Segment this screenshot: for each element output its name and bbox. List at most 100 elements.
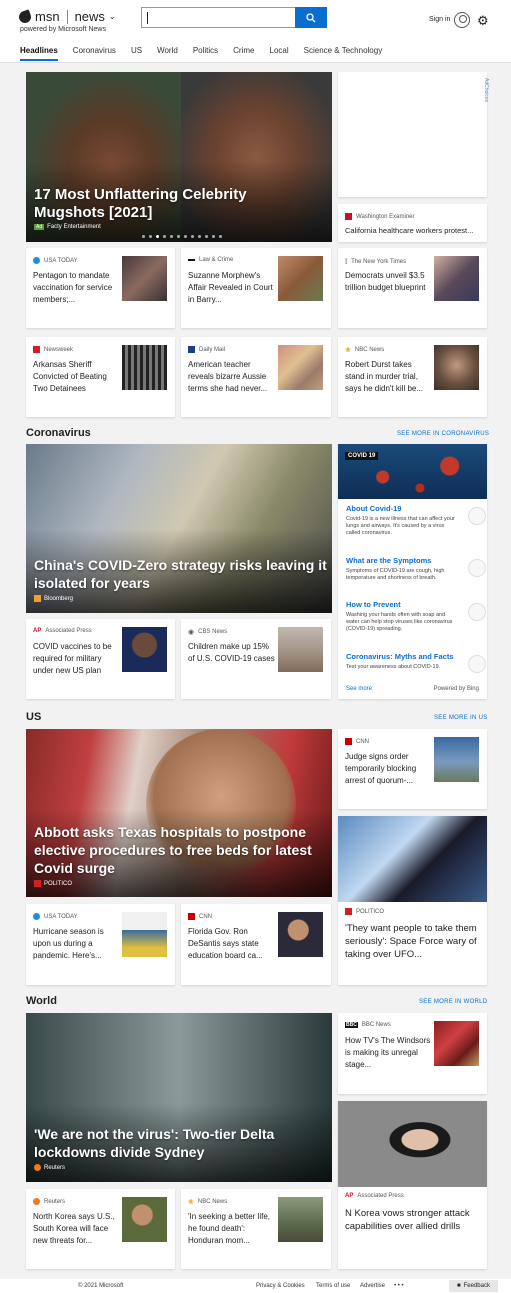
story-card-ap-north-korea[interactable]: AP Associated Press N Korea vows stronger… [338, 1101, 487, 1269]
see-more-us-link[interactable]: SEE MORE IN US [434, 715, 488, 721]
hero-title[interactable]: 17 Most Unflattering Celebrity Mugshots … [34, 186, 314, 222]
ad-slot[interactable]: AdChoices [338, 72, 489, 197]
privacy-link[interactable]: Privacy & Cookies [256, 1283, 305, 1289]
user-avatar-icon[interactable] [454, 12, 470, 28]
footer: © 2021 Microsoft Privacy & Cookies Terms… [0, 1279, 511, 1293]
story-source: CNN [199, 913, 212, 920]
story-headline[interactable]: Pentagon to mandate vaccination for serv… [33, 270, 121, 306]
story-headline[interactable]: Children make up 15% of U.S. COVID-19 ca… [188, 641, 276, 665]
feedback-button[interactable]: ■ Feedback [449, 1280, 498, 1292]
story-card-cnn-desantis[interactable]: CNN Florida Gov. Ron DeSantis says state… [181, 904, 331, 985]
covid-item-about[interactable]: About Covid-19 Covid-19 is a new illness… [346, 504, 486, 537]
story-thumbnail [278, 1197, 323, 1242]
story-headline[interactable]: Hurricane season is upon us during a pan… [33, 926, 121, 962]
carousel-dots[interactable] [142, 235, 222, 238]
story-headline[interactable]: N Korea vows stronger attack capabilitie… [345, 1207, 485, 1233]
hero-carousel[interactable]: 17 Most Unflattering Celebrity Mugshots … [26, 72, 332, 242]
story-headline[interactable]: Suzanne Morphew's Affair Revealed in Cou… [188, 270, 276, 306]
adchoices-label[interactable]: AdChoices [483, 78, 489, 102]
hero-title[interactable]: Abbott asks Texas hospitals to postpone … [34, 823, 329, 877]
story-thumbnail [122, 1197, 167, 1242]
story-card-usa-today-hurricane[interactable]: USA TODAY Hurricane season is upon us du… [26, 904, 175, 985]
story-thumbnail [122, 345, 167, 390]
story-card-washington-examiner[interactable]: Washington Examiner California healthcar… [338, 204, 487, 242]
story-headline[interactable]: Democrats unveil $3.5 trillion budget bl… [345, 270, 433, 294]
publisher-logo-icon [188, 346, 195, 353]
search-input[interactable] [141, 7, 327, 28]
story-source: Washington Examiner [345, 213, 414, 220]
story-card-newsweek[interactable]: Newsweek Arkansas Sheriff Convicted of B… [26, 337, 175, 417]
story-card-cnn-judge[interactable]: CNN Judge signs order temporarily blocki… [338, 729, 487, 809]
sign-in-link[interactable]: Sign in [429, 16, 450, 23]
story-headline[interactable]: 'They want people to take them seriously… [345, 922, 480, 961]
hero-source: POLITICO [34, 880, 72, 887]
nav-us[interactable]: US [131, 46, 142, 61]
msn-logo[interactable]: msn news ⌄ [17, 8, 116, 25]
story-headline[interactable]: North Korea says U.S., South Korea will … [33, 1211, 121, 1247]
story-thumbnail [122, 912, 167, 957]
story-thumbnail [434, 737, 479, 782]
story-source: Associated Press [45, 628, 92, 634]
nav-science-technology[interactable]: Science & Technology [304, 46, 383, 61]
story-image [338, 1101, 487, 1187]
story-headline[interactable]: 'In seeking a better life, he found deat… [188, 1211, 276, 1247]
search-button[interactable] [295, 7, 327, 28]
story-thumbnail [434, 1021, 479, 1066]
story-headline[interactable]: Arkansas Sheriff Convicted of Beating Tw… [33, 359, 121, 395]
powered-by-bing: Powered by Bing [433, 686, 479, 692]
copyright: © 2021 Microsoft [78, 1283, 124, 1289]
see-more-coronavirus-link[interactable]: SEE MORE IN CORONAVIRUS [397, 431, 489, 437]
story-headline[interactable]: How TV's The Windsors is making its unre… [345, 1035, 433, 1071]
story-card-ap-military[interactable]: AP Associated Press COVID vaccines to be … [26, 619, 175, 699]
world-hero[interactable]: 'We are not the virus': Two-tier Delta l… [26, 1013, 332, 1182]
nav-world[interactable]: World [157, 46, 178, 61]
covid-item-myths[interactable]: Coronavirus: Myths and Facts Test your a… [346, 652, 486, 673]
gear-icon[interactable]: ⚙ [477, 13, 489, 29]
us-hero[interactable]: Abbott asks Texas hospitals to postpone … [26, 729, 332, 897]
advertise-link[interactable]: Advertise [360, 1283, 385, 1289]
story-card-bbc-windsors[interactable]: BBC BBC News How TV's The Windsors is mak… [338, 1013, 487, 1094]
story-card-nbc-honduran[interactable]: ❀ NBC News 'In seeking a better life, he … [181, 1189, 331, 1269]
story-card-reuters-korea[interactable]: Reuters North Korea says U.S., South Kor… [26, 1189, 175, 1269]
story-card-cbs-children[interactable]: ◉ CBS News Children make up 15% of U.S. C… [181, 619, 331, 699]
politico-logo-icon [345, 908, 352, 915]
cnn-logo-icon [345, 738, 352, 745]
story-headline[interactable]: Judge signs order temporarily blocking a… [345, 751, 433, 787]
coronavirus-hero[interactable]: China's COVID-Zero strategy risks leavin… [26, 444, 332, 613]
story-headline[interactable]: California healthcare workers protest... [345, 226, 473, 235]
story-card-law-crime[interactable]: Law & Crime Suzanne Morphew's Affair Rev… [181, 248, 331, 328]
story-card-nbc-durst[interactable]: ❀ NBC News Robert Durst takes stand in mu… [338, 337, 487, 417]
divider [66, 9, 68, 24]
story-card-politico-ufo[interactable]: POLITICO 'They want people to take them … [338, 816, 487, 985]
covid-item-symptoms[interactable]: What are the Symptoms Symptoms of COVID-… [346, 556, 486, 582]
story-thumbnail [434, 256, 479, 301]
more-options-icon[interactable]: • • • [394, 1283, 404, 1289]
story-thumbnail [278, 912, 323, 957]
nav-headlines[interactable]: Headlines [20, 46, 58, 61]
story-card-daily-mail[interactable]: Daily Mail American teacher reveals biza… [181, 337, 331, 417]
nyt-logo-icon: 𝔩 [345, 257, 348, 266]
covid-badge: COVID 19 [345, 452, 379, 460]
hero-title[interactable]: China's COVID-Zero strategy risks leavin… [34, 556, 329, 592]
story-card-nyt[interactable]: 𝔩 The New York Times Democrats unveil $3.… [338, 248, 487, 328]
story-thumbnail [122, 627, 167, 672]
story-headline[interactable]: COVID vaccines to be required for milita… [33, 641, 121, 677]
story-headline[interactable]: American teacher reveals bizarre Aussie … [188, 359, 276, 395]
story-headline[interactable]: Robert Durst takes stand in murder trial… [345, 359, 433, 395]
nav-coronavirus[interactable]: Coronavirus [73, 46, 116, 61]
hero-source: Reuters [34, 1164, 65, 1171]
hero-source-name: Facty Entertainment [47, 224, 101, 230]
nav-crime[interactable]: Crime [233, 46, 254, 61]
covid-item-prevent[interactable]: How to Prevent Washing your hands often … [346, 600, 486, 633]
terms-link[interactable]: Terms of use [316, 1283, 350, 1289]
see-more-world-link[interactable]: SEE MORE IN WORLD [419, 999, 487, 1005]
info-book-icon [468, 507, 486, 525]
nav-politics[interactable]: Politics [193, 46, 218, 61]
story-headline[interactable]: Florida Gov. Ron DeSantis says state edu… [188, 926, 276, 962]
nav-local[interactable]: Local [270, 46, 289, 61]
covid-see-more-link[interactable]: See more [346, 686, 372, 692]
story-card-usa-today-pentagon[interactable]: USA TODAY Pentagon to mandate vaccinatio… [26, 248, 175, 328]
product-name[interactable]: news [75, 9, 105, 24]
chevron-down-icon[interactable]: ⌄ [109, 12, 116, 21]
hero-title[interactable]: 'We are not the virus': Two-tier Delta l… [34, 1125, 294, 1161]
